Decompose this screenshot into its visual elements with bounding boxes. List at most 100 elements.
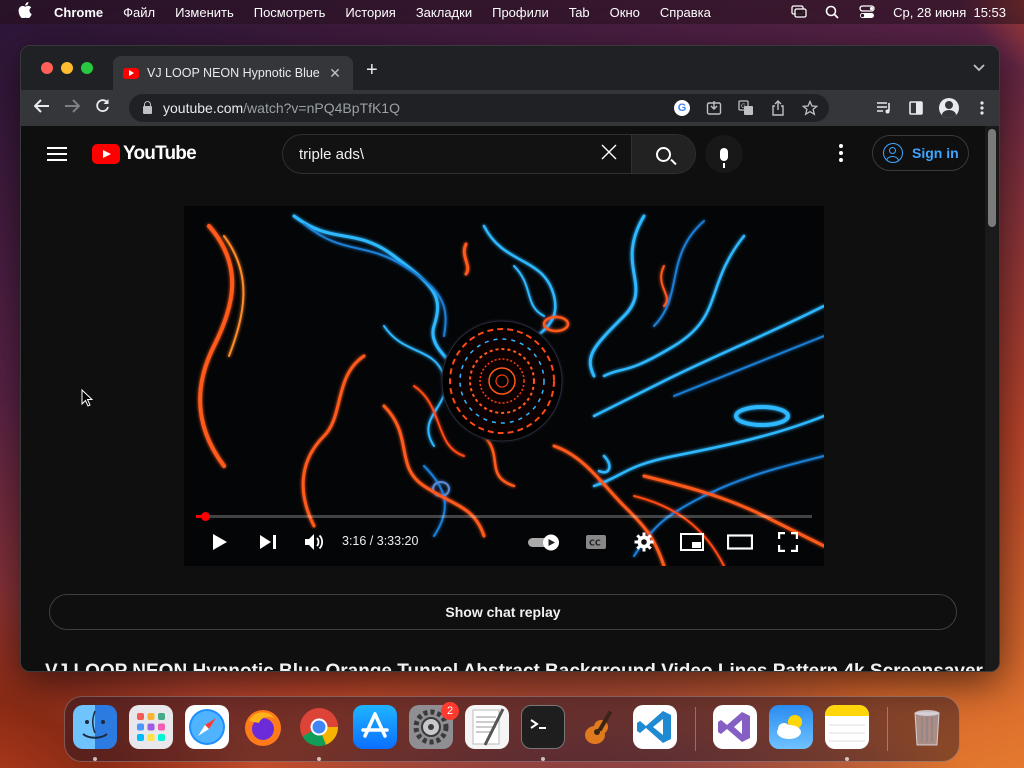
tab-title: VJ LOOP NEON Hypnotic Blue: [147, 66, 320, 80]
video-title: VJ LOOP NEON Hypnotic Blue Orange Tunnel…: [45, 661, 983, 672]
miniplayer-icon[interactable]: [678, 524, 706, 560]
menu-help[interactable]: Справка: [660, 5, 711, 20]
menu-bar-clock[interactable]: Ср, 28 июня 15:53: [893, 5, 1006, 20]
google-lens-icon[interactable]: G: [673, 99, 691, 117]
autoplay-toggle[interactable]: [526, 524, 562, 560]
back-arrow-icon[interactable]: [27, 98, 57, 118]
terminal-running-indicator: [541, 757, 545, 761]
chrome-running-indicator: [317, 757, 321, 761]
show-chat-replay-button[interactable]: Show chat replay: [49, 594, 957, 630]
garageband-icon[interactable]: [577, 705, 621, 749]
media-controls-icon[interactable]: [875, 99, 893, 117]
youtube-logo[interactable]: YouTube: [92, 143, 197, 165]
url-path: /watch?v=nPQ4BpTfK1Q: [243, 100, 400, 116]
app-store-icon[interactable]: [353, 705, 397, 749]
notes-icon[interactable]: [825, 705, 869, 749]
reload-icon[interactable]: [87, 98, 117, 118]
new-tab-button[interactable]: +: [366, 59, 378, 82]
captions-icon[interactable]: CC: [582, 524, 610, 560]
video-progress-bar[interactable]: [196, 512, 812, 521]
control-center-icon[interactable]: [859, 5, 875, 19]
youtube-logo-text: YouTube: [123, 143, 197, 164]
window-close-button[interactable]: [41, 62, 53, 74]
clear-search-icon[interactable]: [587, 141, 631, 167]
account-icon: [883, 143, 903, 163]
video-frame-neon-tunnel: [184, 206, 824, 566]
forward-arrow-icon[interactable]: [57, 98, 87, 118]
theater-mode-icon[interactable]: [726, 524, 754, 560]
textedit-icon[interactable]: [465, 705, 509, 749]
chat-replay-label: Show chat replay: [445, 604, 561, 620]
spotlight-search-icon[interactable]: [825, 5, 841, 19]
safari-icon[interactable]: [185, 705, 229, 749]
tab-search-chevron-icon[interactable]: [973, 60, 985, 75]
lock-icon[interactable]: [143, 101, 152, 114]
video-time-display: 3:16 / 3:33:20: [342, 534, 419, 548]
voice-search-button[interactable]: [705, 135, 743, 173]
weather-icon[interactable]: [769, 705, 813, 749]
browser-tab-active[interactable]: VJ LOOP NEON Hypnotic Blue ✕: [113, 56, 353, 90]
sign-in-label: Sign in: [912, 145, 959, 161]
notes-running-indicator: [845, 757, 849, 761]
screen-mirroring-icon[interactable]: [791, 5, 807, 19]
dock-separator: [695, 707, 696, 751]
volume-icon[interactable]: [300, 524, 328, 560]
fullscreen-icon[interactable]: [774, 524, 802, 560]
settings-notification-badge: 2: [441, 702, 459, 720]
address-bar[interactable]: youtube.com/watch?v=nPQ4BpTfK1Q G G: [129, 94, 829, 122]
chrome-icon[interactable]: [297, 705, 341, 749]
tab-close-icon[interactable]: ✕: [327, 65, 343, 82]
player-controls: 3:16 / 3:33:20 CC: [184, 524, 824, 560]
youtube-play-logo-icon: [92, 144, 120, 164]
video-player[interactable]: 3:16 / 3:33:20 CC: [184, 206, 824, 566]
page-scrollbar[interactable]: [985, 126, 999, 671]
next-video-icon[interactable]: [254, 524, 282, 560]
tab-strip: VJ LOOP NEON Hypnotic Blue ✕ +: [21, 46, 999, 90]
visual-studio-icon[interactable]: [713, 705, 757, 749]
youtube-favicon-icon: [123, 67, 139, 79]
url-host: youtube.com: [163, 100, 244, 116]
profile-avatar[interactable]: [939, 98, 959, 118]
menu-history[interactable]: История: [345, 5, 395, 20]
chrome-menu-icon[interactable]: [973, 99, 991, 117]
trash-icon[interactable]: [905, 705, 949, 749]
settings-more-icon[interactable]: [839, 144, 843, 162]
dock-separator: [887, 707, 888, 751]
menu-bar-status: Ср, 28 июня 15:53: [791, 0, 1006, 24]
side-panel-icon[interactable]: [907, 99, 925, 117]
launchpad-icon[interactable]: [129, 705, 173, 749]
play-icon[interactable]: [206, 524, 234, 560]
menu-view[interactable]: Посмотреть: [254, 5, 326, 20]
sign-in-button[interactable]: Sign in: [872, 135, 969, 171]
menu-window[interactable]: Окно: [610, 5, 640, 20]
vscode-icon[interactable]: [633, 705, 677, 749]
menu-file[interactable]: Файл: [123, 5, 155, 20]
menu-app-name[interactable]: Chrome: [54, 5, 103, 20]
menu-profiles[interactable]: Профили: [492, 5, 549, 20]
window-minimize-button[interactable]: [61, 62, 73, 74]
firefox-icon[interactable]: [241, 705, 285, 749]
menu-tab[interactable]: Tab: [569, 5, 590, 20]
guide-menu-icon[interactable]: [47, 147, 67, 161]
browser-toolbar: youtube.com/watch?v=nPQ4BpTfK1Q G G: [21, 90, 999, 126]
share-icon[interactable]: [769, 99, 787, 117]
scrollbar-thumb[interactable]: [988, 129, 996, 227]
finder-running-indicator: [93, 757, 97, 761]
menu-edit[interactable]: Изменить: [175, 5, 234, 20]
window-zoom-button[interactable]: [81, 62, 93, 74]
svg-text:CC: CC: [589, 539, 601, 548]
install-app-icon[interactable]: [705, 99, 723, 117]
finder-icon[interactable]: [73, 705, 117, 749]
terminal-icon[interactable]: [521, 705, 565, 749]
bookmark-star-icon[interactable]: [801, 99, 819, 117]
translate-icon[interactable]: G: [737, 99, 755, 117]
search-input[interactable]: triple ads\: [283, 146, 587, 163]
macos-menu-bar: Chrome Файл Изменить Посмотреть История …: [0, 0, 1024, 24]
mouse-pointer-icon: [81, 389, 93, 407]
search-button[interactable]: [631, 135, 695, 173]
search-icon: [656, 146, 671, 162]
apple-menu-icon[interactable]: [18, 2, 32, 22]
settings-gear-icon[interactable]: [630, 524, 658, 560]
search-box: triple ads\: [282, 134, 696, 174]
menu-bookmarks[interactable]: Закладки: [416, 5, 472, 20]
